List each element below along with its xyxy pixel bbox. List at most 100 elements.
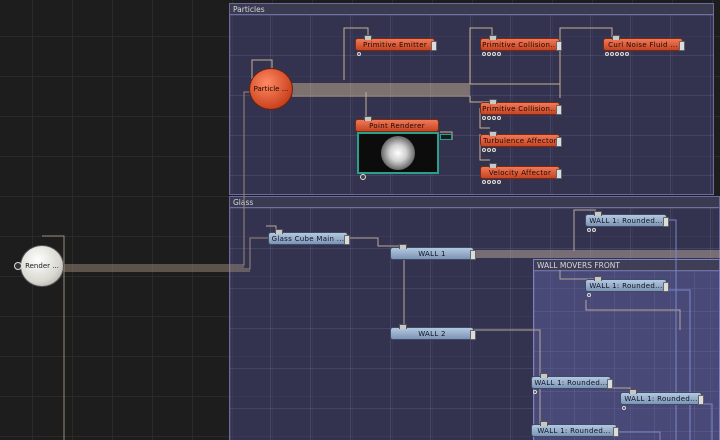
output-jack-icon[interactable]: [613, 427, 619, 437]
output-jack-icon[interactable]: [556, 137, 562, 147]
output-jack-icon[interactable]: [431, 41, 437, 51]
port-dot-icon[interactable]: [610, 52, 614, 56]
primitive-collision-node-2[interactable]: Primitive Collision...: [480, 99, 562, 120]
wall-1-rounded-node-c[interactable]: WALL 1: Rounded...: [531, 373, 613, 394]
port-dot-icon[interactable]: [482, 52, 486, 56]
port-dot-icon[interactable]: [592, 228, 596, 232]
input-tab-icon[interactable]: [540, 373, 548, 378]
wall-1-rounded-node-d[interactable]: WALL 1: Rounded...: [620, 389, 704, 410]
port-row: [587, 228, 596, 233]
wall-1-rounded-node-b[interactable]: WALL 1: Rounded...: [585, 276, 669, 297]
glass-cube-main-node[interactable]: Glass Cube Main ...: [268, 229, 350, 245]
input-tab-icon[interactable]: [612, 35, 620, 40]
output-jack-icon[interactable]: [607, 379, 613, 389]
port-dot-icon[interactable]: [497, 52, 501, 56]
port-dot-icon[interactable]: [360, 174, 366, 180]
output-jack-icon[interactable]: [679, 41, 685, 51]
port-dot-icon[interactable]: [533, 390, 537, 394]
port-row: [482, 116, 501, 121]
node-label: Glass Cube Main ...: [271, 235, 345, 243]
port-dot-icon[interactable]: [497, 180, 501, 184]
port-dot-icon[interactable]: [487, 180, 491, 184]
port-dot-icon[interactable]: [487, 148, 491, 152]
point-renderer-node[interactable]: Point Renderer: [355, 116, 439, 132]
port-dot-icon[interactable]: [492, 180, 496, 184]
wall-1-rounded-node-e[interactable]: WALL 1: Rounded...: [531, 421, 619, 437]
port-dot-icon[interactable]: [487, 116, 491, 120]
wall-1-rounded-node-a[interactable]: WALL 1: Rounded...: [585, 211, 669, 232]
wall-1-node[interactable]: WALL 1: [390, 244, 476, 260]
render-preview-sphere: [381, 136, 415, 170]
velocity-affector-node[interactable]: Velocity Affector: [480, 163, 562, 184]
curl-noise-fluid-node[interactable]: Curl Noise Fluid ...: [603, 35, 685, 56]
port-row: [357, 52, 361, 57]
input-tab-icon[interactable]: [399, 244, 407, 249]
input-tab-icon[interactable]: [629, 389, 637, 394]
primitive-emitter-node[interactable]: Primitive Emitter: [355, 35, 437, 56]
output-jack-icon[interactable]: [556, 105, 562, 115]
node-label: Primitive Emitter: [362, 41, 427, 49]
output-jack-icon[interactable]: [556, 41, 562, 51]
port-dot-icon[interactable]: [482, 116, 486, 120]
primitive-collision-node-1[interactable]: Primitive Collision...: [480, 35, 562, 56]
output-jack-icon[interactable]: [470, 330, 476, 340]
turbulence-affector-node[interactable]: Turbulence Affector: [480, 131, 562, 152]
port-dot-icon[interactable]: [587, 228, 591, 232]
node-label: Primitive Collision...: [482, 41, 558, 49]
input-tab-icon[interactable]: [489, 131, 497, 136]
node-label: Turbulence Affector: [483, 137, 557, 145]
output-jack-icon[interactable]: [663, 282, 669, 292]
output-jack-icon[interactable]: [556, 169, 562, 179]
node-label: Curl Noise Fluid ...: [608, 41, 678, 49]
port-dot-icon[interactable]: [615, 52, 619, 56]
port-row: [587, 293, 591, 298]
port-dot-icon[interactable]: [487, 52, 491, 56]
output-jack-icon[interactable]: [470, 250, 476, 260]
output-jack-icon[interactable]: [698, 395, 704, 405]
port-row: [482, 148, 496, 153]
output-jack-icon[interactable]: [663, 217, 669, 227]
port-row: [482, 180, 501, 185]
node-label: WALL 1: [418, 250, 446, 258]
input-tab-icon[interactable]: [399, 324, 407, 329]
render-node-label: Render ...: [25, 262, 59, 270]
port-dot-icon[interactable]: [492, 52, 496, 56]
input-tab-icon[interactable]: [594, 276, 602, 281]
port-dot-icon[interactable]: [622, 406, 626, 410]
node-graph-canvas[interactable]: Particles Glass WALL MOVERS FRONT Render…: [0, 0, 720, 440]
port-row: [482, 52, 501, 57]
port-dot-icon[interactable]: [620, 52, 624, 56]
port-dot-icon[interactable]: [482, 148, 486, 152]
port-row: [622, 406, 626, 411]
node-label: WALL 1: Rounded...: [624, 395, 698, 403]
port-dot-icon[interactable]: [497, 116, 501, 120]
node-label: WALL 1: Rounded...: [537, 427, 611, 435]
preview-output-jack-icon[interactable]: [440, 134, 452, 140]
port-dot-icon[interactable]: [625, 52, 629, 56]
output-jack-icon[interactable]: [344, 235, 350, 245]
node-label: Primitive Collision...: [482, 105, 558, 113]
input-tab-icon[interactable]: [489, 163, 497, 168]
port-dot-icon[interactable]: [492, 148, 496, 152]
render-input-port[interactable]: [14, 262, 22, 270]
particle-node[interactable]: Particle ...: [249, 68, 293, 110]
render-node[interactable]: Render ...: [20, 245, 64, 287]
port-dot-icon[interactable]: [357, 52, 361, 56]
port-dot-icon[interactable]: [587, 293, 591, 297]
node-label: WALL 1: Rounded...: [534, 379, 608, 387]
input-tab-icon[interactable]: [594, 211, 602, 216]
input-tab-icon[interactable]: [275, 229, 283, 234]
port-dot-icon[interactable]: [482, 180, 486, 184]
input-tab-icon[interactable]: [364, 116, 372, 121]
node-label: WALL 1: Rounded...: [589, 282, 663, 290]
port-dot-icon[interactable]: [492, 116, 496, 120]
point-renderer-preview: [357, 132, 439, 174]
input-tab-icon[interactable]: [364, 35, 372, 40]
node-label: Velocity Affector: [488, 169, 552, 177]
port-row: [605, 52, 629, 57]
input-tab-icon[interactable]: [489, 99, 497, 104]
wall-2-node[interactable]: WALL 2: [390, 324, 476, 340]
port-dot-icon[interactable]: [605, 52, 609, 56]
input-tab-icon[interactable]: [489, 35, 497, 40]
input-tab-icon[interactable]: [540, 421, 548, 426]
